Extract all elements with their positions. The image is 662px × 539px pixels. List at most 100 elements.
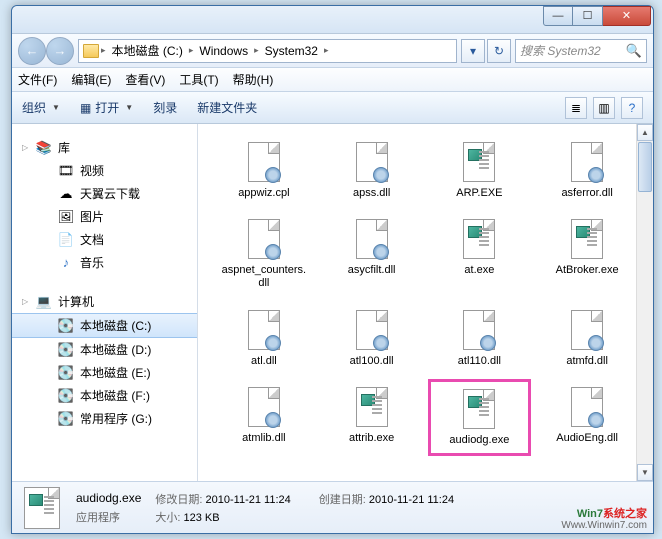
dll-file-icon <box>243 141 285 183</box>
file-item[interactable]: atl110.dll <box>428 302 532 375</box>
file-item[interactable]: AtBroker.exe <box>535 211 639 297</box>
sidebar-item-drive-d[interactable]: 💽本地磁盘 (D:) <box>12 338 197 361</box>
organize-button[interactable]: 组织▼ <box>22 99 60 116</box>
sidebar-item-drive-e[interactable]: 💽本地磁盘 (E:) <box>12 361 197 384</box>
sidebar-libraries[interactable]: 📚库 <box>12 136 197 159</box>
chevron-right-icon[interactable]: ▸ <box>101 45 106 56</box>
dll-file-icon <box>243 309 285 351</box>
drive-icon: 💽 <box>58 318 74 334</box>
dll-file-icon <box>566 309 608 351</box>
exe-file-icon <box>458 388 500 430</box>
scroll-down-button[interactable]: ▼ <box>637 464 653 481</box>
nav-bar: ← → ▸ 本地磁盘 (C:) ▸ Windows ▸ System32 ▸ ▾… <box>12 34 653 68</box>
refresh-button[interactable]: ↻ <box>487 39 511 63</box>
chevron-down-icon: ▼ <box>125 103 133 112</box>
forward-button[interactable]: → <box>46 37 74 65</box>
file-item[interactable]: aspnet_counters.dll <box>212 211 316 297</box>
drive-icon: 💽 <box>58 411 74 427</box>
file-item[interactable]: atl.dll <box>212 302 316 375</box>
sidebar-item-documents[interactable]: 📄文档 <box>12 228 197 251</box>
menu-file[interactable]: 文件(F) <box>18 71 57 88</box>
document-icon: 📄 <box>58 232 74 248</box>
file-item[interactable]: asycfilt.dll <box>320 211 424 297</box>
sidebar-item-drive-c[interactable]: 💽本地磁盘 (C:) <box>12 313 197 338</box>
size-label: 大小: <box>155 512 180 524</box>
burn-button[interactable]: 刻录 <box>153 99 177 116</box>
dll-file-icon <box>458 309 500 351</box>
created-label: 创建日期: <box>319 494 366 506</box>
selected-file-name: audiodg.exe <box>76 491 141 507</box>
dll-file-icon <box>351 309 393 351</box>
sidebar-item-drive-f[interactable]: 💽本地磁盘 (F:) <box>12 384 197 407</box>
size-value: 123 KB <box>184 512 220 524</box>
menu-help[interactable]: 帮助(H) <box>233 71 274 88</box>
scroll-up-button[interactable]: ▲ <box>637 124 653 141</box>
watermark: Win7系统之家 Www.Winwin7.com <box>561 508 647 531</box>
file-item[interactable]: audiodg.exe <box>428 379 532 456</box>
sidebar-item-music[interactable]: ♪音乐 <box>12 251 197 274</box>
sidebar-item-cloud[interactable]: ☁天翼云下载 <box>12 182 197 205</box>
file-item[interactable]: attrib.exe <box>320 379 424 456</box>
preview-pane-button[interactable]: ▥ <box>593 97 615 119</box>
open-button[interactable]: ▦打开▼ <box>80 99 133 116</box>
computer-icon: 💻 <box>36 294 52 310</box>
drive-icon: 💽 <box>58 365 74 381</box>
file-name-label: atl.dll <box>251 355 277 368</box>
toolbar: 组织▼ ▦打开▼ 刻录 新建文件夹 ≣ ▥ ? <box>12 92 653 124</box>
folder-icon <box>83 44 99 58</box>
file-item[interactable]: atmfd.dll <box>535 302 639 375</box>
sidebar-item-pictures[interactable]: 🖼图片 <box>12 205 197 228</box>
minimize-button[interactable]: — <box>543 6 573 26</box>
menu-view[interactable]: 查看(V) <box>125 71 165 88</box>
new-folder-button[interactable]: 新建文件夹 <box>197 99 257 116</box>
window-controls: — ☐ ✕ <box>543 6 651 26</box>
details-pane: audiodg.exe 修改日期: 2010-11-21 11:24 创建日期:… <box>12 481 653 533</box>
search-placeholder: 搜索 System32 <box>520 42 626 59</box>
breadcrumb[interactable]: System32 <box>261 44 322 58</box>
file-item[interactable]: appwiz.cpl <box>212 134 316 207</box>
video-icon: 🎞 <box>58 163 74 179</box>
file-item[interactable]: asferror.dll <box>535 134 639 207</box>
file-item[interactable]: ARP.EXE <box>428 134 532 207</box>
file-item[interactable]: apss.dll <box>320 134 424 207</box>
exe-file-icon <box>458 141 500 183</box>
sidebar-item-drive-g[interactable]: 💽常用程序 (G:) <box>12 407 197 430</box>
drive-icon: 💽 <box>58 388 74 404</box>
file-item[interactable]: at.exe <box>428 211 532 297</box>
file-name-label: atl100.dll <box>350 355 394 368</box>
search-icon[interactable]: 🔍 <box>626 43 642 59</box>
menu-edit[interactable]: 编辑(E) <box>71 71 111 88</box>
file-name-label: aspnet_counters.dll <box>219 264 309 290</box>
file-name-label: ARP.EXE <box>456 187 502 200</box>
file-item[interactable]: AudioEng.dll <box>535 379 639 456</box>
address-bar[interactable]: ▸ 本地磁盘 (C:) ▸ Windows ▸ System32 ▸ <box>78 39 457 63</box>
selected-file-type: 应用程序 <box>76 509 141 525</box>
close-button[interactable]: ✕ <box>603 6 651 26</box>
sidebar-item-videos[interactable]: 🎞视频 <box>12 159 197 182</box>
chevron-right-icon[interactable]: ▸ <box>189 45 194 56</box>
file-name-label: AudioEng.dll <box>556 432 618 445</box>
scroll-thumb[interactable] <box>638 142 652 192</box>
chevron-right-icon[interactable]: ▸ <box>254 45 259 56</box>
file-name-label: apss.dll <box>353 187 390 200</box>
search-input[interactable]: 搜索 System32 🔍 <box>515 39 647 63</box>
file-item[interactable]: atmlib.dll <box>212 379 316 456</box>
history-dropdown-button[interactable]: ▾ <box>461 39 485 63</box>
chevron-right-icon[interactable]: ▸ <box>324 45 329 56</box>
file-item[interactable]: atl100.dll <box>320 302 424 375</box>
breadcrumb[interactable]: 本地磁盘 (C:) <box>108 42 187 59</box>
menu-tools[interactable]: 工具(T) <box>179 71 218 88</box>
sidebar-computer[interactable]: 💻计算机 <box>12 290 197 313</box>
help-button[interactable]: ? <box>621 97 643 119</box>
exe-file-icon <box>566 218 608 260</box>
breadcrumb[interactable]: Windows <box>195 44 252 58</box>
file-name-label: asycfilt.dll <box>348 264 396 277</box>
view-mode-button[interactable]: ≣ <box>565 97 587 119</box>
file-list-pane[interactable]: appwiz.cpl apss.dll ARP.EXE asferror.dll asp… <box>198 124 653 481</box>
vertical-scrollbar[interactable]: ▲ ▼ <box>636 124 653 481</box>
maximize-button[interactable]: ☐ <box>573 6 603 26</box>
menu-bar: 文件(F) 编辑(E) 查看(V) 工具(T) 帮助(H) <box>12 68 653 92</box>
created-value: 2010-11-21 11:24 <box>369 494 454 506</box>
back-button[interactable]: ← <box>18 37 46 65</box>
titlebar[interactable]: — ☐ ✕ <box>12 6 653 34</box>
